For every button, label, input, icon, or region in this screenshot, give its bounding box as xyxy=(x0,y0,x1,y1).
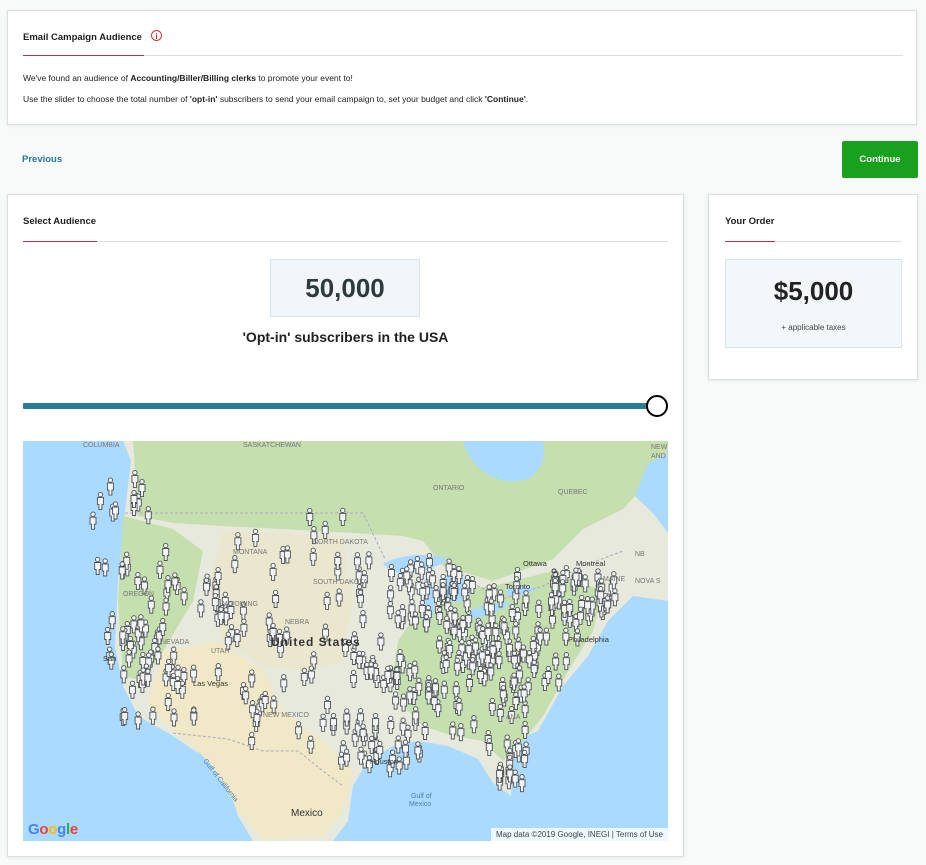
map-label: QUEBEC xyxy=(558,489,588,496)
header-divider xyxy=(144,55,903,56)
audience-map[interactable]: COLUMBIA SASKATCHEWAN ONTARIO QUEBEC NEW… xyxy=(23,441,668,841)
city-label: Philadelphia xyxy=(568,635,610,644)
map-label: ANA xyxy=(506,714,521,721)
subscriber-caption: 'Opt-in' subscribers in the USA xyxy=(242,329,449,345)
subscriber-pin-icon xyxy=(511,769,519,788)
map-label: MAINE xyxy=(603,576,626,583)
subscriber-pin-icon xyxy=(518,774,526,793)
header-title-underline xyxy=(23,55,144,56)
audience-slider-track[interactable] xyxy=(23,403,657,409)
subscriber-pin-icon xyxy=(89,511,97,530)
subscriber-pin-icon xyxy=(96,491,104,511)
select-audience-underline xyxy=(23,241,97,242)
city-label: Las Vegas xyxy=(193,679,228,688)
subscriber-pin-icon xyxy=(104,626,112,645)
order-price: $5,000 xyxy=(773,276,854,306)
terms-of-use-link[interactable]: Terms of Use xyxy=(616,830,663,839)
map-label: NEVADA xyxy=(161,639,190,646)
subscriber-pin-icon xyxy=(106,477,114,496)
your-order-underline xyxy=(725,241,775,242)
subscriber-pin-icon xyxy=(94,556,102,575)
taxes-note: + applicable taxes xyxy=(781,323,846,332)
subscriber-pin-icon xyxy=(101,558,109,577)
previous-link[interactable]: Previous xyxy=(22,154,62,165)
map-label: NEBRA xyxy=(285,619,309,626)
map-label: MONTANA xyxy=(233,549,268,556)
city-label: Ottawa xyxy=(523,559,548,568)
map-label: COLUMBIA xyxy=(83,442,120,449)
subscriber-pin-icon xyxy=(134,711,142,730)
your-order-divider xyxy=(775,241,902,242)
audience-found-text: We've found an audience of Accounting/Bi… xyxy=(23,73,353,83)
map-label: NEW MEXICO xyxy=(263,712,309,719)
city-label: Houston xyxy=(370,757,398,766)
map-attribution: Map data ©2019 Google, INEGI | Terms of … xyxy=(490,828,668,841)
map-label: WYOMING xyxy=(223,601,258,608)
select-audience-divider xyxy=(97,241,668,242)
audience-slider-thumb[interactable] xyxy=(646,395,668,417)
google-logo: Google xyxy=(28,821,78,838)
map-label: SOUTH DAKOTA xyxy=(313,579,368,586)
map-label: OREGON xyxy=(123,591,154,598)
sea-label: Gulf of xyxy=(411,793,432,800)
sea-label: Mexico xyxy=(409,801,431,808)
map-label: NEW xyxy=(651,444,668,451)
price-box: $5,000 + applicable taxes xyxy=(725,259,902,348)
your-order-card: Your Order $5,000 + applicable taxes xyxy=(708,194,918,380)
slider-instruction-text: Use the slider to choose the total numbe… xyxy=(23,94,529,104)
subscriber-count: 50,000 xyxy=(270,259,420,317)
map-label: AND xyxy=(651,453,666,460)
map-label: ONTARIO xyxy=(433,485,465,492)
city-label: Toronto xyxy=(505,582,530,591)
select-audience-card: Select Audience 50,000 'Opt-in' subscrib… xyxy=(7,194,684,857)
map-label: NOVA S xyxy=(635,578,661,585)
select-audience-title: Select Audience xyxy=(23,216,97,227)
map-canvas: COLUMBIA SASKATCHEWAN ONTARIO QUEBEC NEW… xyxy=(23,441,668,841)
map-label: NB xyxy=(635,551,645,558)
continue-button[interactable]: Continue xyxy=(842,141,918,178)
subscriber-pin-icon xyxy=(108,611,116,630)
your-order-title: Your Order xyxy=(725,216,775,227)
audience-header-card: Email Campaign Audience i We've found an… xyxy=(7,10,917,125)
map-label: UTAH xyxy=(211,648,230,655)
country-label: United States xyxy=(271,635,361,649)
city-label: Montreal xyxy=(576,559,606,568)
city-label: San xyxy=(103,654,116,663)
subscriber-pin-icon xyxy=(521,749,529,768)
subscriber-pin-icon xyxy=(394,735,402,754)
info-icon[interactable]: i xyxy=(151,30,162,41)
city-label: Mexico xyxy=(291,808,323,819)
map-label: NORTH DAKOTA xyxy=(313,539,368,546)
map-label: SASKATCHEWAN xyxy=(243,442,301,449)
header-title: Email Campaign Audience xyxy=(23,32,142,43)
